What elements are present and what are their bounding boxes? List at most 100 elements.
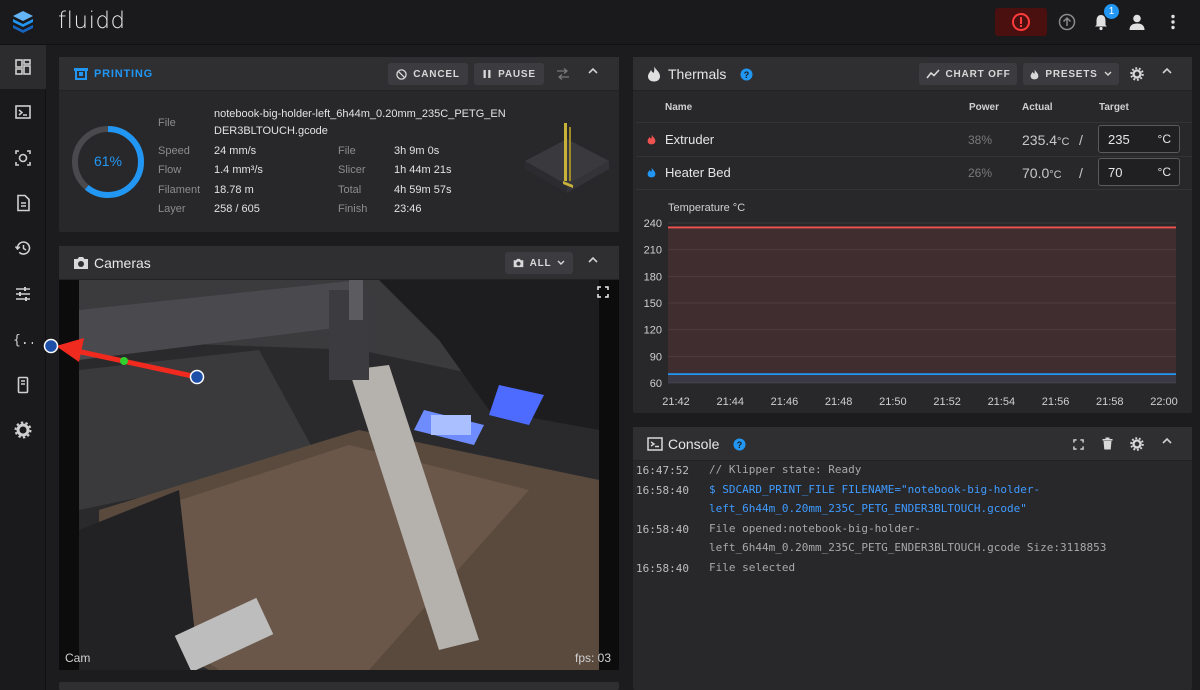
chart-off-button[interactable]: CHART OFF (919, 63, 1017, 85)
console-icon (647, 437, 663, 451)
tune-icon (16, 287, 30, 301)
chevron-up-icon (588, 256, 598, 263)
chart-x-tick-label: 21:48 (825, 396, 853, 408)
console-line: File selected (709, 561, 796, 574)
sidebar-item-camera[interactable] (0, 136, 46, 180)
cameras-card-header: Cameras ALL (59, 246, 619, 280)
sidebar-item-tune[interactable] (0, 272, 46, 316)
filament-value: 18.78 m (214, 184, 254, 196)
sidebar-item-history[interactable] (0, 226, 46, 270)
console-entry-time: 16:58:40 (636, 562, 689, 575)
thermals-settings-button[interactable] (1130, 67, 1144, 81)
printing-card-header: PRINTING CANCEL PAUSE (59, 57, 619, 91)
thermals-card-header: Thermals ? CHART OFF PRESETS (633, 57, 1192, 91)
sidebar-item-settings[interactable] (0, 408, 46, 452)
dashboard-icon (15, 59, 31, 75)
extruder-power: 38% (968, 133, 993, 147)
exclude-objects-button[interactable] (556, 67, 572, 81)
code-braces-icon: {..} (13, 333, 33, 348)
camera-small-icon (513, 258, 523, 268)
table-divider (636, 156, 1192, 157)
presets-button[interactable]: PRESETS (1023, 63, 1119, 85)
extruder-fire-icon (647, 134, 656, 145)
console-settings-button[interactable] (1130, 437, 1144, 451)
sidebar-item-system[interactable] (0, 363, 46, 407)
console-entry-message: File selected (709, 558, 795, 577)
chart-off-label: CHART OFF (945, 68, 1011, 80)
chart-y-tick-label: 60 (650, 378, 662, 390)
pause-button[interactable]: PAUSE (474, 63, 544, 85)
camera-select-button[interactable]: ALL (505, 252, 573, 274)
svg-text:?: ? (737, 440, 743, 450)
chevron-up-icon (1162, 67, 1172, 74)
console-line: left_6h44m_0.20mm_235C_PETG_ENDER3BLTOUC… (709, 541, 1107, 554)
chevron-up-icon (1162, 437, 1172, 444)
slicer-label: Slicer (338, 164, 366, 176)
file-icon (17, 194, 30, 212)
next-card-edge (59, 682, 619, 690)
bed-actual-unit: °C (1049, 169, 1062, 181)
speed-label: Speed (158, 145, 190, 157)
help-icon[interactable]: ? (733, 438, 746, 451)
sidebar-item-dashboard[interactable] (0, 45, 46, 89)
sidebar: {..} (0, 45, 46, 690)
flow-label: Flow (158, 164, 182, 176)
help-icon[interactable]: ? (740, 68, 753, 81)
progress-percent: 61% (93, 153, 123, 169)
console-collapse-button[interactable] (1159, 435, 1175, 453)
swap-icon (557, 68, 569, 80)
console-entry-command[interactable]: $ SDCARD_PRINT_FILE FILENAME="notebook-b… (709, 480, 1040, 518)
file-name-line1: notebook-big-holder-left_6h44m_0.20mm_23… (214, 108, 506, 120)
temperature-chart: Temperature °C 240 210 180 150 120 90 6021:42 21… (644, 202, 1178, 408)
console-entry-time: 16:58:40 (636, 484, 689, 497)
extruder-actual: 235.4°C (1022, 132, 1069, 148)
console-entry-message: File opened:notebook-big-holder-left_6h4… (709, 519, 1106, 557)
column-power: Power (969, 102, 1000, 113)
fullscreen-icon (1073, 439, 1084, 450)
upload-button[interactable] (1056, 11, 1078, 33)
bed-actual: 70.0°C (1022, 165, 1062, 181)
notification-badge: 1 (1104, 4, 1119, 19)
thermals-collapse-button[interactable] (1159, 65, 1175, 83)
console-entry-time: 16:47:52 (636, 464, 689, 477)
cameras-card: Cameras ALL Cam fps: 03 (59, 246, 619, 670)
bed-slash: / (1079, 165, 1083, 181)
sidebar-item-console[interactable] (0, 90, 46, 134)
printing-title: PRINTING (94, 68, 153, 80)
chart-series-area (668, 227, 1176, 383)
camera-all-label: ALL (529, 257, 552, 269)
camera-fullscreen-button[interactable] (597, 285, 611, 299)
extruder-target-unit: °C (1157, 132, 1171, 146)
thermals-title: Thermals (668, 66, 727, 82)
printing-collapse-button[interactable] (585, 65, 601, 83)
svg-text:{..}: {..} (13, 333, 33, 348)
svg-text:?: ? (744, 70, 750, 80)
bed-target-unit: °C (1157, 165, 1171, 179)
fire-small-icon (1031, 69, 1039, 79)
sidebar-item-jobs[interactable] (0, 181, 46, 225)
presets-label: PRESETS (1045, 68, 1098, 80)
sidebar-item-configuration[interactable]: {..} (0, 317, 46, 361)
time-file-value: 3h 9m 0s (394, 145, 440, 157)
speed-value: 24 mm/s (214, 145, 257, 157)
user-button[interactable] (1126, 11, 1148, 33)
extruder-target-input[interactable]: 235 °C (1098, 125, 1180, 153)
chart-y-tick-label: 150 (644, 298, 662, 310)
chart-y-tick-label: 180 (644, 271, 662, 283)
more-menu-button[interactable] (1162, 11, 1184, 33)
camera-icon (74, 257, 88, 269)
gear-icon (1130, 437, 1144, 451)
cancel-button[interactable]: CANCEL (388, 63, 468, 85)
chart-y-axis-label: Temperature °C (668, 202, 745, 214)
fluidd-logo-icon[interactable] (0, 0, 46, 45)
console-card-header: Console ? (633, 427, 1192, 461)
chart-series-area (668, 374, 1176, 383)
console-fullscreen-button[interactable] (1073, 437, 1087, 451)
bed-target-input[interactable]: 70 °C (1098, 158, 1180, 186)
emergency-stop-button[interactable] (995, 8, 1047, 36)
console-clear-button[interactable] (1102, 437, 1116, 451)
chart-x-tick-label: 21:42 (662, 396, 690, 408)
cameras-collapse-button[interactable] (585, 254, 601, 272)
chart-x-tick-label: 21:46 (771, 396, 799, 408)
layer-value: 258 / 605 (214, 203, 260, 215)
